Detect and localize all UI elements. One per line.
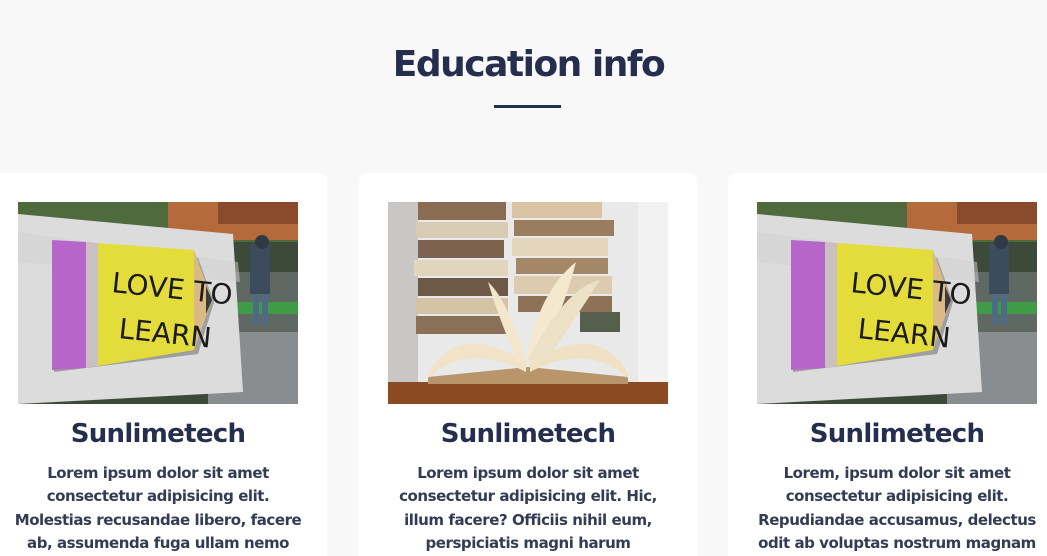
card-image-love-to-learn: LOVE TO LEARN: [18, 202, 298, 404]
education-card: LOVE TO LEARN Sunlimetech Lorem ipsum do…: [0, 173, 327, 556]
card-description: Lorem ipsum dolor sit amet consectetur a…: [14, 464, 302, 552]
education-card: LOVE TO LEARN Sunlimetech Lorem, ipsum d…: [728, 173, 1047, 556]
card-description: Lorem, ipsum dolor sit amet consectetur …: [758, 464, 1036, 552]
love-to-learn-photo: LOVE TO LEARN: [757, 202, 1037, 404]
love-to-learn-photo: LOVE TO LEARN: [18, 202, 298, 404]
section-title: Education info: [392, 44, 666, 85]
card-description: Lorem ipsum dolor sit amet consectetur a…: [399, 464, 657, 552]
stacked-books-photo: [388, 202, 668, 404]
card-title: Sunlimetech: [809, 419, 985, 449]
education-info-page: Education info LOVE TO LEARN Sunlimetech…: [0, 0, 1047, 556]
education-card: Sunlimetech Lorem ipsum dolor sit amet c…: [359, 173, 697, 556]
card-title: Sunlimetech: [440, 419, 616, 449]
card-image-love-to-learn: LOVE TO LEARN: [757, 202, 1037, 404]
card-title: Sunlimetech: [70, 419, 246, 449]
title-underline: [494, 105, 561, 108]
card-image-books: [388, 202, 668, 404]
